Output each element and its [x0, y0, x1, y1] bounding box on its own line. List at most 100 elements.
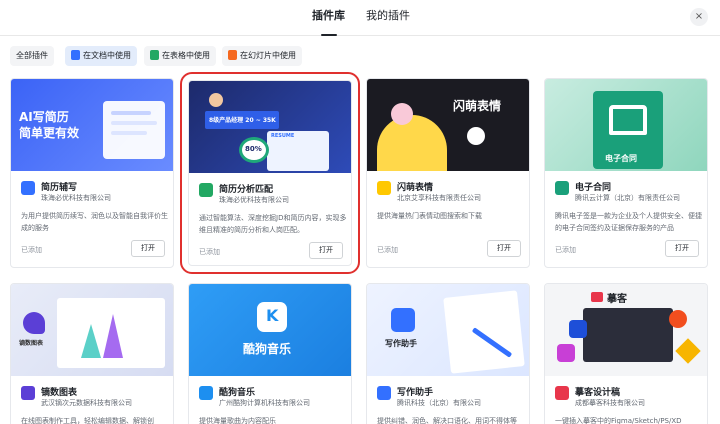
plugin-card-writing-assistant[interactable]: 写作助手 写作助手 腾讯科技（北京）有限公司 提供纠错、润色、解决口语化、用词不…	[366, 283, 530, 424]
plugin-card-shanmeng-stickers[interactable]: 闪萌表情 闪萌表情 北京艾享科技有限责任公司 提供海量热门表情动图搜索和下载 已…	[366, 78, 530, 268]
banner-title: 闪萌表情	[453, 99, 502, 113]
banner-title: 电子合同	[605, 154, 637, 163]
open-button[interactable]: 打开	[665, 240, 699, 257]
plugin-company: 广州酷狗计算机科技有限公司	[219, 399, 310, 407]
plugin-description: 通过智能算法、深度挖掘JD和简历内容，实现多维且精准的简历分析和人岗匹配。	[199, 214, 347, 234]
chart-illustration	[81, 324, 101, 358]
plugin-banner: 闪萌表情	[367, 79, 529, 171]
document-illustration	[443, 290, 525, 374]
plugin-description: 提供海量热门表情动图搜索和下载	[377, 212, 482, 220]
sticker-illustration	[467, 127, 485, 145]
plugin-card-dycharts[interactable]: 镝数图表 镝数图表 武汉镝次元数据科技有限公司 在线图表制作工具，轻松编辑数据、…	[10, 283, 174, 424]
added-status: 已添加	[21, 246, 42, 254]
filter-use-in-sheets[interactable]: 在表格中使用	[144, 46, 216, 66]
pen-icon	[377, 386, 391, 400]
resume-match-icon	[199, 183, 213, 197]
logo	[23, 312, 45, 334]
plugin-description: 在线图表制作工具，轻松编辑数据、解锁创	[21, 417, 154, 424]
added-status: 已添加	[555, 246, 576, 254]
filter-label: 在幻灯片中使用	[240, 51, 296, 60]
sticker-illustration	[391, 103, 413, 125]
banner-title: 镝数图表	[19, 340, 44, 347]
banner-title: 酷狗音乐	[243, 342, 292, 356]
banner-title: 写作助手	[385, 339, 417, 348]
resume-illustration	[111, 131, 147, 135]
figma-badge	[669, 310, 687, 328]
plugin-company: 腾讯科技（北京）有限公司	[397, 399, 481, 407]
plugin-name: 电子合同	[575, 183, 612, 193]
match-percentage: 80%	[245, 145, 262, 153]
banner-title: 摹客	[607, 294, 627, 305]
plugin-card-e-contract[interactable]: 电子合同 电子合同 腾讯云计算（北京）有限责任公司 腾讯电子签是一款为企业及个人…	[544, 78, 708, 268]
plugin-description: 提供纠错、润色、解决口语化、用词不得体等	[377, 417, 517, 424]
dialog-header: 插件库 我的插件 ×	[0, 0, 720, 36]
dycharts-icon	[21, 386, 35, 400]
added-status: 已添加	[199, 248, 220, 256]
plugin-name: 写作助手	[397, 388, 434, 398]
plugin-name: 闪萌表情	[397, 183, 434, 193]
plugin-description: 一键插入摹客中的Figma/Sketch/PS/XD	[555, 417, 682, 424]
close-icon[interactable]: ×	[690, 8, 708, 26]
resume-illustration	[111, 121, 157, 125]
plugin-banner: K 酷狗音乐	[189, 284, 351, 376]
sheet-icon	[150, 50, 159, 60]
open-button[interactable]: 打开	[309, 242, 343, 259]
plugin-description: 腾讯电子签是一款为企业及个人提供安全、便捷的电子合同签约及证据保存服务的产品	[555, 212, 702, 232]
kugou-logo-letter: K	[266, 306, 279, 325]
plugin-banner: 镝数图表	[11, 284, 173, 376]
plugin-description: 为用户提供简历续写、润色以及智能自我评价生成的服务	[21, 212, 168, 232]
mockingbot-icon	[555, 386, 569, 400]
plugin-company: 珠海必优科技有限公司	[41, 194, 111, 202]
plugin-card-resume-writer[interactable]: AI写简历 简单更有效 简历辅写 珠海必优科技有限公司 为用户提供简历续写、润色…	[10, 78, 174, 268]
plugin-company: 腾讯云计算（北京）有限责任公司	[575, 194, 680, 202]
resume-illustration	[103, 101, 165, 159]
contract-icon	[555, 181, 569, 195]
open-button[interactable]: 打开	[131, 240, 165, 257]
added-status: 已添加	[377, 246, 398, 254]
plugin-card-mockingbot[interactable]: 摹客 摹客设计稿 成都摹客科技有限公司 一键插入摹客中的Figma/Sketch…	[544, 283, 708, 424]
filter-label: 在表格中使用	[162, 51, 210, 60]
filter-use-in-docs[interactable]: 在文档中使用	[65, 46, 137, 66]
plugin-banner: 电子合同	[545, 79, 707, 171]
plugin-company: 珠海必优科技有限公司	[219, 196, 289, 204]
resume-tag: RESUME	[271, 133, 295, 139]
plugin-company: 北京艾享科技有限责任公司	[397, 194, 481, 202]
slides-icon	[228, 50, 237, 60]
sketch-badge	[675, 338, 701, 364]
xd-badge	[557, 344, 575, 362]
plugin-company: 武汉镝次元数据科技有限公司	[41, 399, 132, 407]
plugin-banner: 写作助手	[367, 284, 529, 376]
plugin-description: 提供海量歌曲为内容配乐	[199, 417, 276, 424]
plugin-name: 摹客设计稿	[575, 388, 621, 398]
design-board-illustration	[583, 308, 673, 362]
plugin-card-kugou-music[interactable]: K 酷狗音乐 酷狗音乐 广州酷狗计算机科技有限公司 提供海量歌曲为内容配乐	[188, 283, 352, 424]
filter-label: 全部插件	[16, 51, 48, 60]
banner-title: AI写简历 简单更有效	[19, 110, 80, 140]
resume-illustration	[111, 111, 151, 115]
plugin-company: 成都摹客科技有限公司	[575, 399, 645, 407]
plugin-banner: 8级产品经理 20 ~ 35K RESUME 80%	[189, 81, 351, 173]
plugin-card-resume-match[interactable]: 8级产品经理 20 ~ 35K RESUME 80% 简历分析匹配 珠海必优科技…	[180, 72, 360, 274]
open-button[interactable]: 打开	[487, 240, 521, 257]
banner-title: 8级产品经理 20 ~ 35K	[209, 117, 276, 124]
lightning-icon	[377, 181, 391, 195]
kugou-icon	[199, 386, 213, 400]
ps-badge	[569, 320, 587, 338]
avatar	[209, 93, 223, 107]
filter-use-in-slides[interactable]: 在幻灯片中使用	[222, 46, 302, 66]
tab-my-plugins[interactable]: 我的插件	[366, 0, 410, 36]
plugin-banner: AI写简历 简单更有效	[11, 79, 173, 171]
filter-all-plugins[interactable]: 全部插件	[10, 46, 54, 66]
sticker-illustration	[377, 115, 447, 171]
plugin-name: 简历辅写	[41, 183, 78, 193]
doc-icon	[71, 50, 80, 60]
plugin-name: 酷狗音乐	[219, 388, 256, 398]
tab-plugin-library[interactable]: 插件库	[312, 0, 345, 36]
filter-label: 在文档中使用	[83, 51, 131, 60]
plugin-name: 简历分析匹配	[219, 185, 274, 195]
pen-logo	[391, 308, 415, 332]
contract-illustration	[609, 105, 647, 135]
plugin-name: 镝数图表	[41, 388, 78, 398]
resume-writer-icon	[21, 181, 35, 195]
mockingbot-logo	[591, 292, 603, 302]
